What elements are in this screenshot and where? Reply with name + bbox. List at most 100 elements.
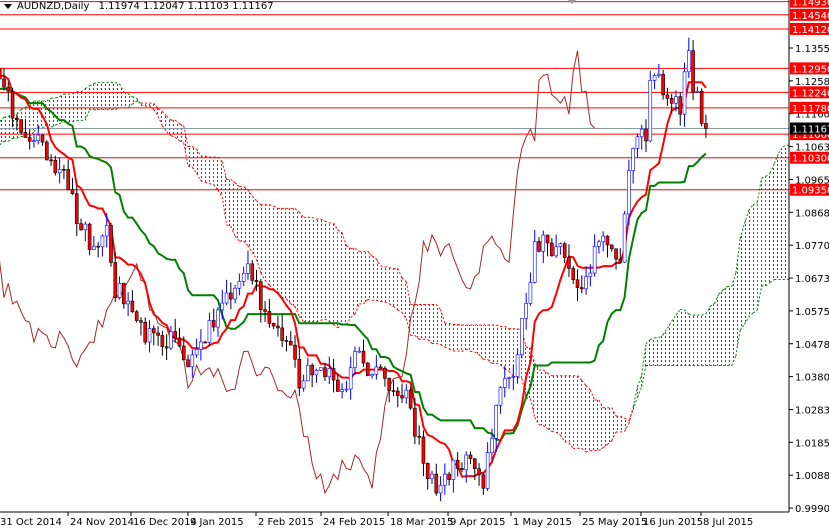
candle-bullish xyxy=(233,284,237,304)
cloud-segment-bearish xyxy=(491,325,497,364)
candle-bearish xyxy=(130,290,135,313)
candle-bullish xyxy=(430,470,434,484)
candle-bearish xyxy=(609,244,614,252)
candle-bearish xyxy=(122,282,126,309)
candle-body xyxy=(627,170,631,215)
candle-bearish xyxy=(203,340,207,344)
candle-body xyxy=(224,292,229,304)
candle-bearish xyxy=(211,308,216,332)
candle-bullish xyxy=(318,367,323,371)
candle-body xyxy=(280,327,285,341)
candle-bullish xyxy=(190,349,195,378)
candle-body xyxy=(207,320,212,343)
cloud-segment-bearish xyxy=(389,267,394,307)
candle-body xyxy=(417,435,421,438)
candle-bearish xyxy=(229,282,233,310)
candle-body xyxy=(472,458,477,469)
candle-bearish xyxy=(297,346,302,397)
cloud-segment-bearish xyxy=(307,217,313,322)
cloud-segment-bullish xyxy=(774,153,779,280)
cloud-segment-bullish xyxy=(111,82,116,110)
cloud-segment-bearish xyxy=(479,325,484,360)
candle-body xyxy=(310,364,314,376)
cloud-segment-bearish xyxy=(243,186,248,246)
candle-body xyxy=(550,242,554,257)
candle-body xyxy=(601,235,606,243)
cloud-segment-bearish xyxy=(427,304,432,344)
candle-body xyxy=(62,168,66,171)
candle-body xyxy=(605,235,610,246)
price-chart[interactable]: 1.135551.125801.116051.106301.096551.086… xyxy=(0,0,829,530)
candle-bullish xyxy=(584,266,588,295)
cloud-segment-bullish xyxy=(714,294,719,366)
date-tick-label: 16 Dec 2014 xyxy=(133,517,197,528)
candle-bullish xyxy=(374,355,379,380)
candle-body xyxy=(562,243,567,258)
candle-body xyxy=(507,377,511,379)
candle-bullish xyxy=(451,459,456,493)
cloud-segment-bearish xyxy=(290,208,296,307)
candle-body xyxy=(447,473,451,480)
cloud-segment-bullish xyxy=(102,82,107,110)
date-tick-label: 16 Jun 2015 xyxy=(643,517,703,528)
candle-body xyxy=(83,223,88,231)
cloud-segment-bullish xyxy=(72,91,77,122)
candle-bullish xyxy=(237,273,242,296)
candle-body xyxy=(528,282,533,304)
price-tick-label: 1.02830 xyxy=(795,405,829,416)
candle-body xyxy=(502,378,507,388)
price-tick-label: 1.04780 xyxy=(795,340,829,351)
cloud-segment-bullish xyxy=(761,176,766,286)
candle-body xyxy=(661,73,665,96)
cloud-segment-bearish xyxy=(543,369,548,429)
candle-bearish xyxy=(455,452,460,477)
candle-bearish xyxy=(267,298,272,328)
candle-body xyxy=(130,300,135,313)
candle-body xyxy=(109,225,113,263)
candle-body xyxy=(186,359,190,368)
cloud-segment-bullish xyxy=(727,286,732,366)
candle-body xyxy=(49,159,53,162)
candle-bearish xyxy=(186,354,190,368)
cloud-segment-bearish xyxy=(239,186,244,242)
candle-bullish xyxy=(494,404,499,452)
candle-body xyxy=(400,395,404,399)
candle-body xyxy=(691,50,695,93)
candle-bearish xyxy=(276,315,280,337)
candle-body xyxy=(378,366,383,369)
ichimoku-cloud xyxy=(0,81,789,453)
candle-body xyxy=(635,136,640,149)
candle-body xyxy=(669,97,674,104)
cloud-segment-bearish xyxy=(551,375,557,433)
cloud-segment-bearish xyxy=(500,326,505,369)
candle-body xyxy=(6,86,11,92)
candle-body xyxy=(152,328,156,334)
candle-body xyxy=(211,320,216,328)
candle-body xyxy=(567,257,571,269)
candle-bullish xyxy=(592,234,597,277)
candle-bearish xyxy=(2,68,6,91)
cloud-segment-bearish xyxy=(564,375,569,444)
candle-bullish xyxy=(100,234,105,257)
candle-body xyxy=(622,213,627,263)
cloud-segment-bearish xyxy=(504,326,510,372)
cloud-segment-bearish xyxy=(444,323,450,349)
cloud-segment-bearish xyxy=(337,230,343,328)
candle-bearish xyxy=(164,334,169,361)
cloud-segment-bearish xyxy=(384,266,390,304)
cloud-segment-bearish xyxy=(483,325,488,360)
candle-bullish xyxy=(246,250,250,280)
candle-body xyxy=(87,223,92,250)
candle-body xyxy=(532,241,537,283)
candle-body xyxy=(57,168,62,174)
candle-bearish xyxy=(134,310,139,323)
candle-body xyxy=(169,331,173,349)
cloud-segment-bullish xyxy=(76,91,82,121)
candle-bearish xyxy=(579,275,584,294)
candle-body xyxy=(44,141,49,161)
cloud-segment-bullish xyxy=(123,91,129,108)
candle-bearish xyxy=(537,237,541,253)
price-tick-label: 0.99905 xyxy=(795,504,829,515)
cloud-segment-bearish xyxy=(376,258,381,302)
candle-body xyxy=(639,128,644,138)
